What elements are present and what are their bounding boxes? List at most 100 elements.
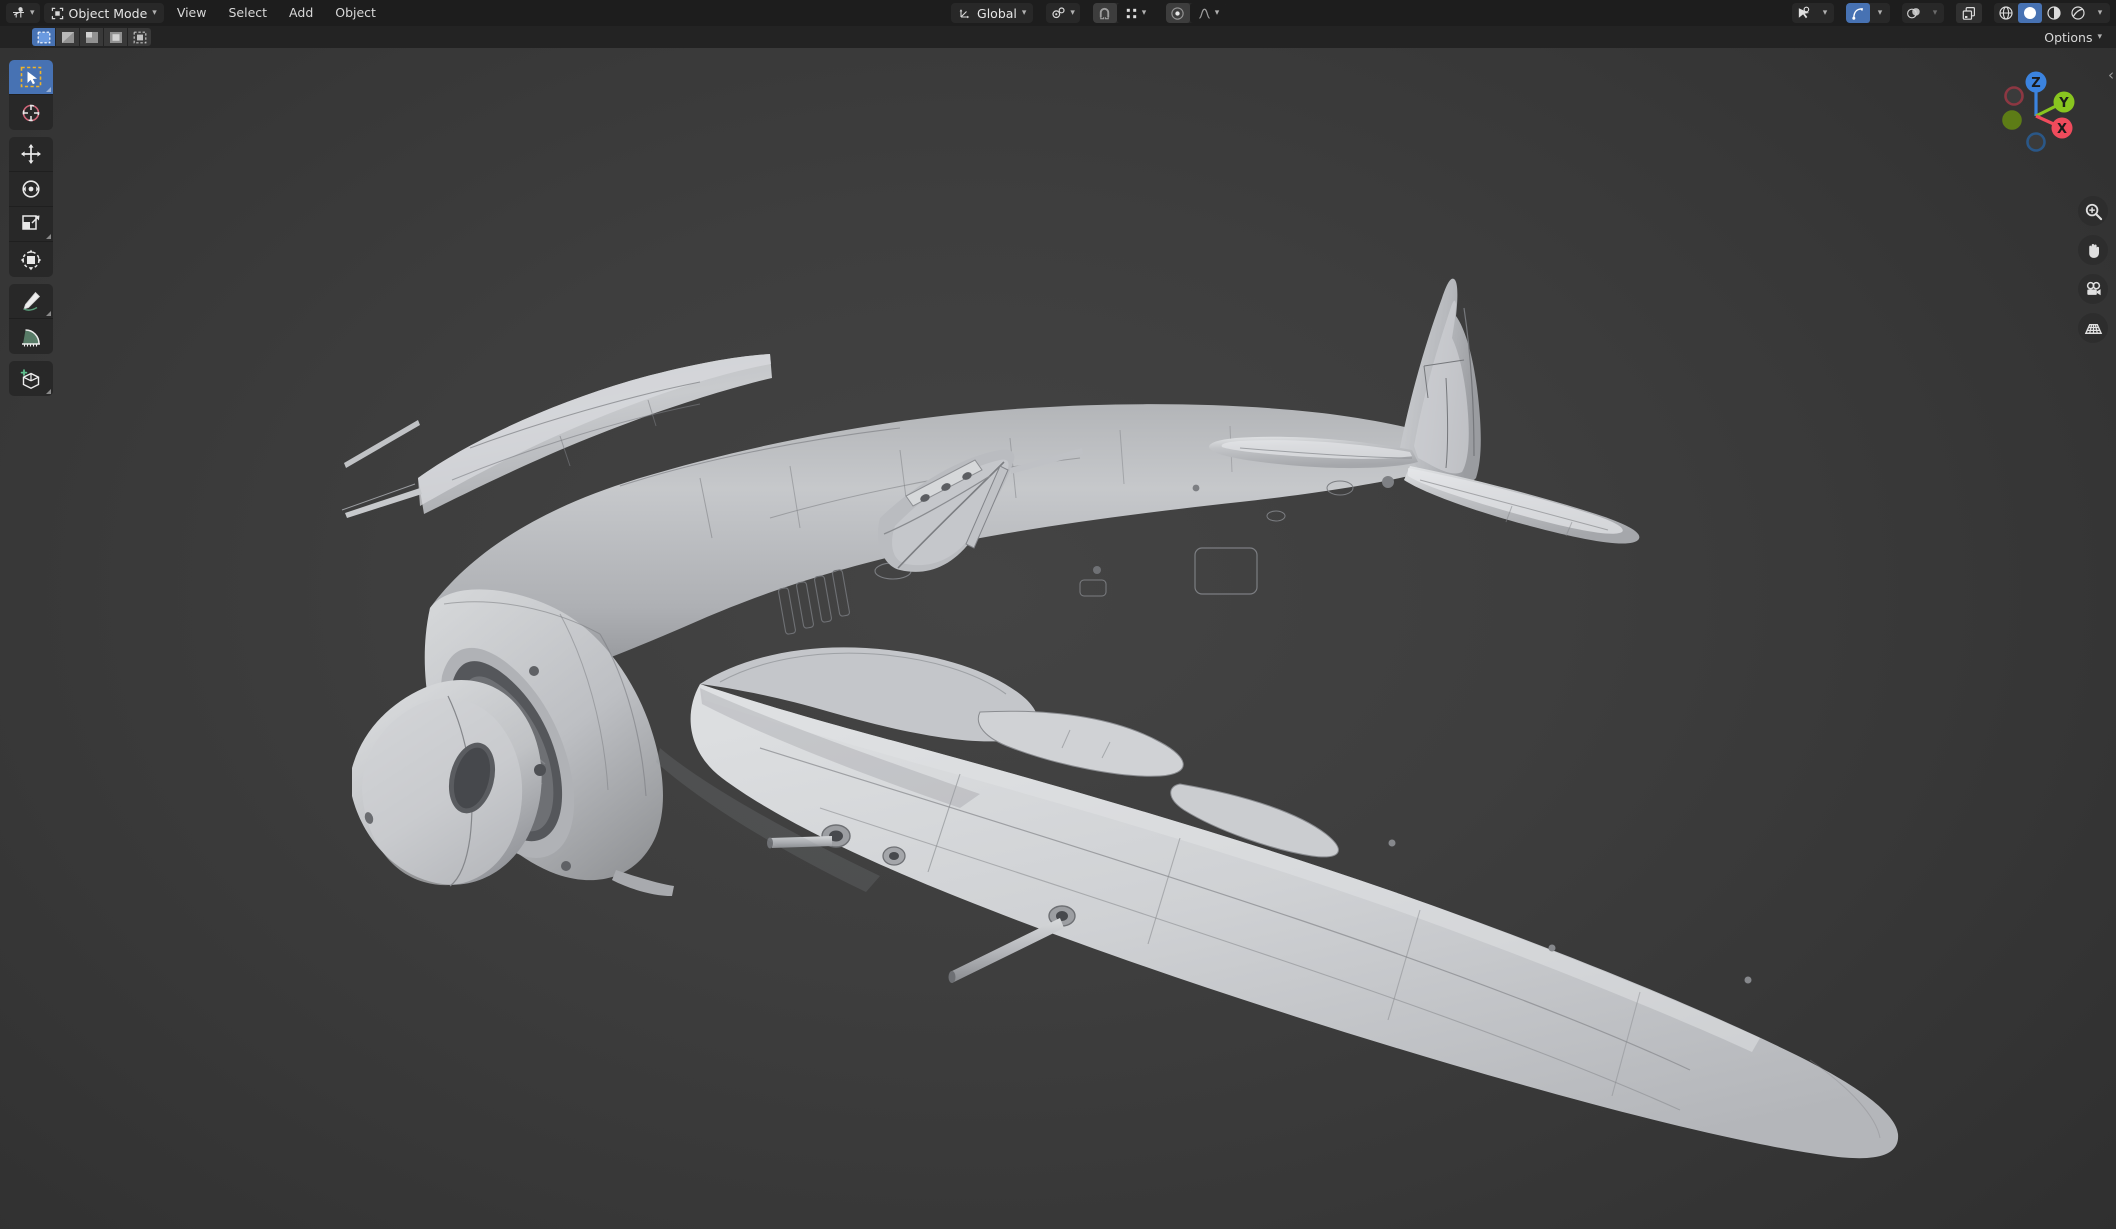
shading-material-button[interactable] — [2042, 3, 2066, 23]
shading-options-dropdown[interactable]: ▾ — [2090, 3, 2110, 23]
chevron-down-icon: ▾ — [2097, 7, 2103, 18]
show-gizmo-icon — [1851, 7, 1863, 20]
viewport-nav-buttons — [2078, 196, 2108, 343]
3d-cursor-icon — [22, 104, 40, 121]
select-intersect-button[interactable] — [128, 28, 151, 46]
snap-magnet-toggle[interactable] — [1092, 3, 1117, 23]
menu-object[interactable]: Object — [326, 3, 385, 23]
tailwheel-recess — [1382, 476, 1394, 488]
shading-solid-icon — [2024, 7, 2036, 19]
toggle-projection-button[interactable] — [2078, 313, 2108, 343]
perspective-grid-icon — [2084, 323, 2102, 334]
select-extend-button[interactable] — [56, 28, 79, 46]
tool-group-add — [9, 361, 53, 396]
shading-rendered-icon — [2071, 6, 2085, 20]
proportional-falloff-dropdown[interactable]: ▾ — [1189, 3, 1226, 23]
menu-view[interactable]: View — [168, 3, 216, 23]
tool-move[interactable] — [9, 137, 53, 172]
right-wing-main — [690, 684, 1899, 1159]
interaction-mode-label: Object Mode — [68, 5, 148, 21]
shading-wireframe-button[interactable] — [1994, 3, 2018, 23]
chevron-down-icon: ▾ — [2097, 31, 2102, 42]
select-extend-icon — [61, 31, 74, 43]
gizmo-axis-z-label: Z — [2031, 76, 2040, 91]
snap-to-dropdown[interactable]: ▾ — [1116, 3, 1153, 23]
tool-group-select — [9, 60, 53, 130]
chevron-down-icon: ▾ — [30, 7, 35, 18]
tool-scale[interactable] — [9, 207, 53, 242]
select-invert-icon — [109, 31, 122, 43]
orientation-axis-icon — [959, 9, 970, 19]
annotate-pencil-icon — [23, 291, 41, 311]
select-invert-button[interactable] — [104, 28, 127, 46]
object-visibility-dropdown[interactable]: ▾ — [1816, 3, 1834, 23]
blender-window: ▾ Object Mode ▾ View Select Add Object G… — [0, 0, 2116, 1229]
select-intersect-icon — [133, 31, 146, 43]
tool-submenu-indicator — [46, 311, 51, 316]
pan-view-button[interactable] — [2078, 235, 2108, 265]
move-arrows-icon — [21, 144, 41, 164]
shading-mode-group: ▾ — [1994, 3, 2110, 23]
tool-cursor[interactable] — [9, 95, 53, 130]
interaction-mode-dropdown[interactable]: Object Mode ▾ — [43, 3, 164, 23]
pivot-point-icon — [1052, 7, 1066, 19]
wing-antenna — [344, 420, 420, 468]
editor-type-selector[interactable]: ▾ — [6, 3, 40, 23]
falloff-smooth-icon — [1198, 8, 1210, 19]
hand-pan-icon — [2088, 243, 2099, 258]
chevron-down-icon: ▾ — [1822, 7, 1828, 18]
editor-type-3d-viewport-icon — [13, 7, 24, 18]
toggle-xray-button[interactable] — [1956, 3, 1982, 23]
proportional-editing-group: ▾ — [1165, 3, 1226, 23]
rotate-icon — [22, 180, 40, 198]
wing-cannon-barrel-outer — [950, 918, 1064, 982]
menu-add[interactable]: Add — [280, 3, 322, 23]
show-gizmo-toggle[interactable] — [1846, 3, 1870, 23]
gizmo-axis-y-label: Y — [2058, 96, 2069, 111]
chevron-down-icon: ▾ — [1141, 7, 1147, 18]
gizmo-axis-neg-x[interactable] — [2004, 86, 2024, 106]
object-visibility-group: ▾ — [1792, 3, 1834, 23]
tool-add-cube[interactable] — [9, 361, 53, 396]
snap-element-icon — [1126, 8, 1136, 18]
zoom-view-button[interactable] — [2078, 196, 2108, 226]
show-overlays-toggle[interactable] — [1902, 3, 1926, 23]
fuselage-vent — [778, 587, 796, 635]
tool-annotate[interactable] — [9, 284, 53, 319]
camera-view-button[interactable] — [2078, 274, 2108, 304]
tool-group-transform — [9, 137, 53, 277]
shading-material-icon — [2047, 6, 2061, 20]
show-overlays-icon — [1907, 7, 1920, 18]
tool-submenu-indicator — [46, 234, 51, 239]
tool-tweak[interactable] — [9, 60, 53, 95]
sidebar-collapse-arrow[interactable]: ‹ — [2108, 66, 2114, 84]
options-dropdown[interactable]: Options ▾ — [2036, 28, 2110, 46]
wing-navlight — [1548, 944, 1556, 952]
shading-rendered-button[interactable] — [2066, 3, 2090, 23]
select-box-cursor-icon — [20, 66, 42, 88]
gizmo-axis-x-label: X — [2057, 122, 2067, 137]
gizmo-axis-neg-z[interactable] — [2026, 132, 2046, 152]
overlays-dropdown[interactable]: ▾ — [1926, 3, 1944, 23]
tool-rotate[interactable] — [9, 172, 53, 207]
transform-orientation-dropdown[interactable]: Global ▾ — [951, 3, 1034, 23]
select-set-icon — [37, 31, 50, 43]
zoom-magnifier-icon — [2085, 203, 2102, 220]
shading-solid-button[interactable] — [2018, 3, 2042, 23]
select-subtract-button[interactable] — [80, 28, 103, 46]
tool-transform[interactable] — [9, 242, 53, 277]
pivot-point-dropdown[interactable]: ▾ — [1046, 3, 1080, 23]
tool-measure[interactable] — [9, 319, 53, 354]
gizmo-axis-neg-y[interactable] — [2002, 110, 2022, 130]
proportional-editing-toggle[interactable] — [1165, 3, 1190, 23]
object-visibility-icon — [1798, 6, 1809, 19]
navigation-gizmo[interactable]: Z Y X — [1984, 60, 2088, 164]
overlays-group: ▾ — [1902, 3, 1944, 23]
menu-select[interactable]: Select — [219, 3, 276, 23]
object-visibility-button[interactable] — [1792, 3, 1816, 23]
viewport-3d[interactable]: ‹ Z Y X — [0, 48, 2116, 1229]
select-set-button[interactable] — [32, 28, 55, 46]
gizmo-dropdown[interactable]: ▾ — [1870, 3, 1890, 23]
transform-icon — [20, 249, 42, 270]
chevron-down-icon: ▾ — [1070, 7, 1075, 18]
